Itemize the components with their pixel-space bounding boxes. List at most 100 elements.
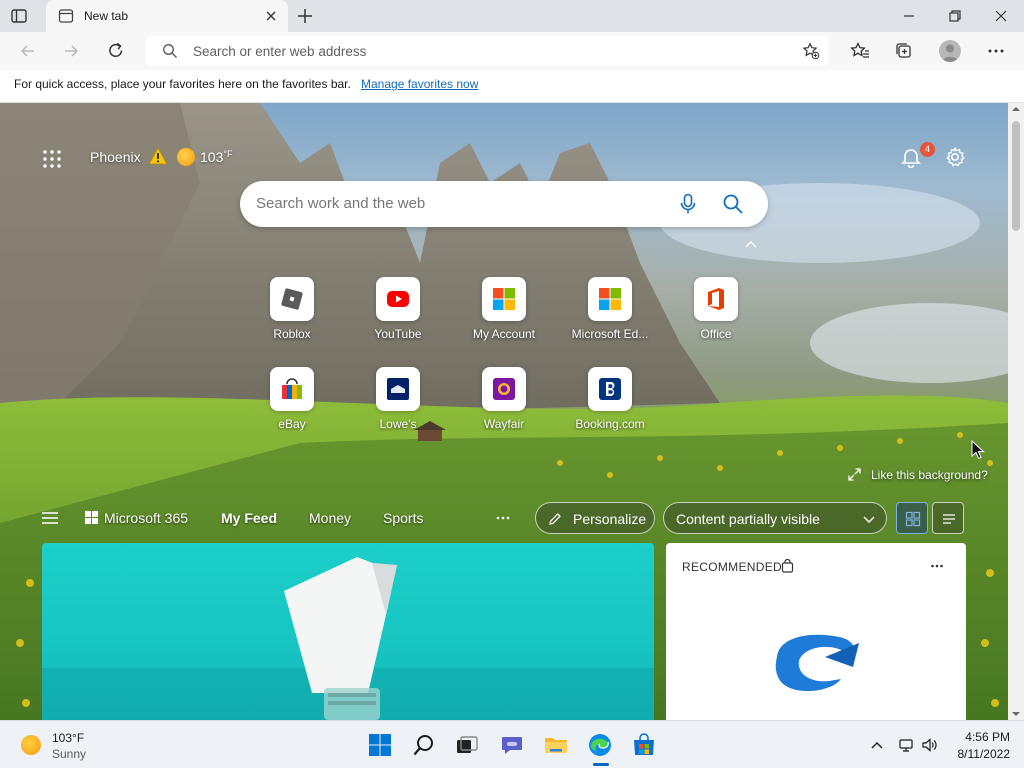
address-bar[interactable]: Search or enter web address <box>146 36 828 66</box>
temperature-unit: °F <box>223 149 233 159</box>
roblox-icon <box>281 288 303 310</box>
restore-icon[interactable] <box>947 8 963 24</box>
show-hidden-icons-chevron-up-icon[interactable] <box>869 737 885 753</box>
microphone-icon[interactable] <box>678 193 698 215</box>
hero-news-card[interactable] <box>42 543 654 720</box>
taskbar-clock-time[interactable]: 4:56 PM <box>950 730 1010 744</box>
shopping-bag-icon <box>781 559 794 573</box>
tab-actions-icon[interactable] <box>10 7 28 25</box>
tab-money[interactable]: Money <box>309 510 351 526</box>
microsoft-logo-icon <box>85 511 98 524</box>
forward-icon[interactable] <box>61 41 81 61</box>
quick-link-tile <box>376 277 420 321</box>
teams-chat-icon[interactable] <box>500 733 524 757</box>
close-window-icon[interactable] <box>993 8 1009 24</box>
tab-title: New tab <box>84 9 129 23</box>
content-visibility-value: Content partially visible <box>676 511 820 527</box>
quick-link-youtube[interactable]: YouTube <box>353 277 443 347</box>
personalize-button[interactable]: Personalize <box>535 502 655 534</box>
weather-alert-icon[interactable] <box>148 147 168 165</box>
tab-sports[interactable]: Sports <box>383 510 423 526</box>
task-view-icon[interactable] <box>455 733 479 757</box>
taskbar-sun-icon[interactable] <box>21 735 41 755</box>
web-search-box[interactable]: Search work and the web <box>240 181 768 227</box>
quick-link-tile <box>270 367 314 411</box>
profile-avatar[interactable] <box>939 40 961 62</box>
page-settings-gear-icon[interactable] <box>944 146 966 168</box>
quick-link-tile <box>482 367 526 411</box>
manage-favorites-link[interactable]: Manage favorites now <box>361 77 478 91</box>
close-tab-icon[interactable] <box>264 9 278 23</box>
notifications-badge: 4 <box>920 142 935 157</box>
quick-link-office[interactable]: Office <box>671 277 761 347</box>
microsoft-365-label: Microsoft 365 <box>104 510 189 526</box>
profile-icon <box>942 44 958 62</box>
microsoft-logo-icon <box>493 288 515 310</box>
quick-link-wayfair[interactable]: Wayfair <box>459 367 549 437</box>
quick-link-tile <box>694 277 738 321</box>
scroll-up-icon[interactable] <box>1012 105 1020 113</box>
recommended-brand-logo <box>775 634 859 692</box>
grid-layout-icon <box>905 511 921 527</box>
more-tabs-icon[interactable] <box>495 511 511 525</box>
settings-and-more-icon[interactable] <box>986 41 1006 61</box>
quick-link-roblox[interactable]: Roblox <box>247 277 337 347</box>
quick-link-label: eBay <box>278 417 306 431</box>
collapse-quick-links-icon[interactable] <box>744 239 758 249</box>
list-layout-button[interactable] <box>932 502 964 534</box>
temperature-value: 103 <box>200 149 224 165</box>
recommended-card[interactable]: RECOMMENDED <box>666 543 966 720</box>
back-icon[interactable] <box>18 41 38 61</box>
refresh-icon[interactable] <box>106 41 126 61</box>
lowes-icon <box>387 378 409 400</box>
favorites-icon[interactable] <box>850 41 870 61</box>
quick-link-ebay[interactable]: eBay <box>247 367 337 437</box>
taskbar-weather-condition[interactable]: Sunny <box>52 747 86 761</box>
scroll-down-icon[interactable] <box>1012 710 1020 718</box>
more-options-icon[interactable] <box>930 561 944 571</box>
taskbar-clock-date[interactable]: 8/11/2022 <box>950 747 1011 761</box>
add-favorite-icon[interactable] <box>802 42 820 60</box>
windows-start-icon[interactable] <box>368 733 392 757</box>
content-visibility-dropdown[interactable]: Content partially visible <box>663 502 887 534</box>
quick-link-label: Roblox <box>273 327 311 341</box>
quick-link-tile <box>270 277 314 321</box>
quick-link-booking[interactable]: Booking.com <box>565 367 655 437</box>
new-tab-button[interactable] <box>296 7 314 25</box>
taskbar-temperature[interactable]: 103°F <box>52 731 84 745</box>
weather-temperature[interactable]: 103°F <box>200 149 232 165</box>
page-scrollbar[interactable] <box>1008 103 1024 720</box>
minimize-icon[interactable] <box>901 8 917 24</box>
wayfair-icon <box>493 378 515 400</box>
like-background-link[interactable]: Like this background? <box>871 468 988 482</box>
quick-link-label: Lowe's <box>379 417 417 431</box>
collections-icon[interactable] <box>894 41 914 61</box>
quick-link-my-account[interactable]: My Account <box>459 277 549 347</box>
tab-new-tab[interactable]: New tab <box>46 0 288 32</box>
hero-card-image <box>42 557 654 720</box>
weather-location[interactable]: Phoenix <box>90 149 141 165</box>
notifications-bell-icon[interactable] <box>900 146 922 168</box>
web-search-icon[interactable] <box>722 193 744 215</box>
network-icon[interactable] <box>898 737 914 753</box>
quick-link-microsoft-edge[interactable]: Microsoft Ed... <box>565 277 655 347</box>
favorites-bar-message: For quick access, place your favorites h… <box>14 77 351 91</box>
feed-menu-icon[interactable] <box>41 511 59 525</box>
expand-background-icon[interactable] <box>848 468 861 481</box>
taskbar-search-icon[interactable] <box>412 733 436 757</box>
quick-link-lowes[interactable]: Lowe's <box>353 367 443 437</box>
quick-link-label: Booking.com <box>575 417 645 431</box>
microsoft-store-icon[interactable] <box>632 733 656 757</box>
grid-layout-button[interactable] <box>896 502 928 534</box>
scroll-thumb[interactable] <box>1012 121 1020 231</box>
booking-icon <box>599 378 621 400</box>
volume-icon[interactable] <box>921 737 937 753</box>
active-app-indicator <box>593 763 609 766</box>
file-explorer-icon[interactable] <box>544 733 568 757</box>
tab-my-feed[interactable]: My Feed <box>221 510 277 526</box>
apps-launcher-icon[interactable] <box>42 149 62 169</box>
edge-browser-icon[interactable] <box>588 733 612 757</box>
mouse-cursor-icon <box>971 440 985 460</box>
quick-link-label: Microsoft Ed... <box>571 327 649 341</box>
favorites-bar: For quick access, place your favorites h… <box>0 70 1024 103</box>
